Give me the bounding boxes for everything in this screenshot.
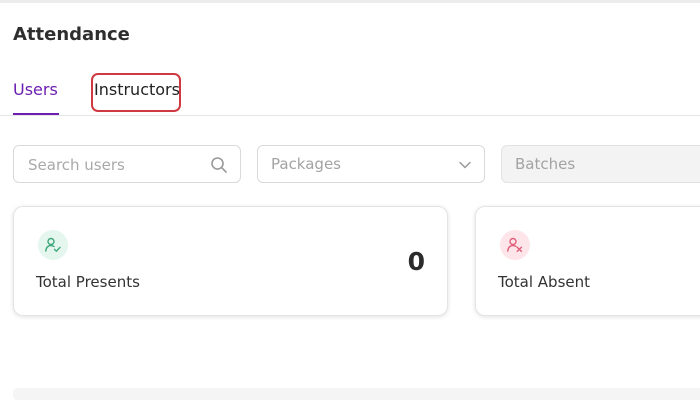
user-check-icon (38, 230, 68, 260)
attendance-table-panel (13, 388, 700, 400)
active-tab-indicator (13, 113, 59, 115)
total-absent-card: Total Absent (475, 206, 700, 316)
tab-instructors[interactable]: Instructors (94, 80, 180, 99)
total-presents-card: Total Presents 0 (13, 206, 448, 316)
page-title: Attendance (13, 24, 130, 45)
tab-instructors-label: Instructors (94, 80, 180, 99)
tab-users[interactable]: Users (13, 80, 59, 115)
tab-bar: Users Instructors (0, 66, 700, 116)
packages-select[interactable]: Packages (257, 145, 485, 183)
batches-select[interactable]: Batches (501, 145, 700, 183)
top-divider (0, 0, 700, 3)
packages-placeholder: Packages (271, 155, 341, 173)
batches-placeholder: Batches (515, 155, 576, 173)
total-presents-value: 0 (407, 247, 425, 276)
total-presents-label: Total Presents (36, 273, 140, 291)
total-absent-label: Total Absent (498, 273, 591, 291)
tab-users-label: Users (13, 80, 58, 99)
chevron-down-icon (459, 161, 471, 169)
search-field[interactable] (13, 145, 241, 183)
search-icon[interactable] (210, 156, 228, 174)
user-x-icon (500, 230, 530, 260)
search-input[interactable] (26, 155, 200, 175)
